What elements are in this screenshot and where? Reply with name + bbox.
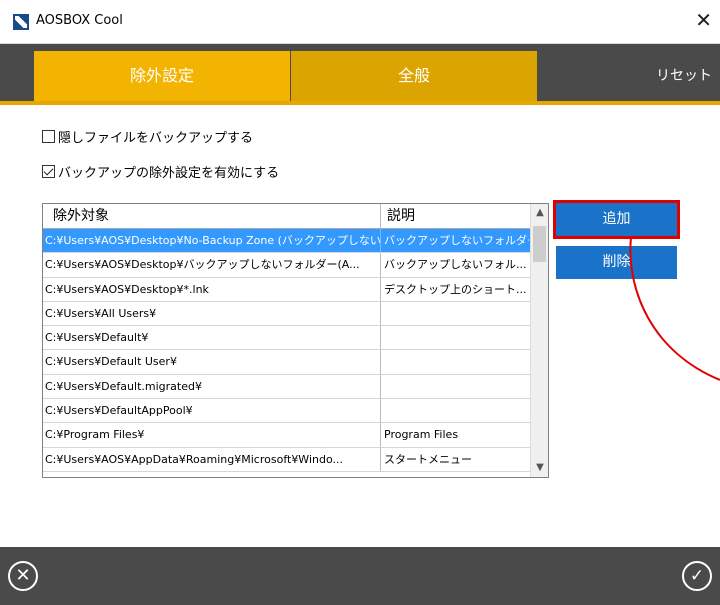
table-row[interactable]: C:¥Users¥Default User¥ (43, 350, 548, 375)
row-target-cell: C:¥Users¥AOS¥Desktop¥No-Backup Zone (バック… (43, 229, 381, 253)
row-description-cell (381, 326, 529, 349)
row-description-cell: バックアップしないフォルダー (384, 234, 529, 247)
row-target-cell: C:¥Users¥DefaultAppPool¥ (43, 399, 381, 423)
table-row[interactable]: C:¥Users¥AOS¥Desktop¥No-Backup Zone (バック… (43, 229, 548, 254)
row-target-cell: C:¥Users¥Default¥ (43, 326, 381, 350)
row-target-cell: C:¥Users¥AOS¥Desktop¥*.lnk (43, 277, 381, 301)
column-header-target[interactable]: 除外対象 (43, 204, 381, 228)
close-icon[interactable]: ✕ (695, 10, 712, 30)
tab-exclude-settings[interactable]: 除外設定 (34, 51, 290, 101)
row-description-cell: スタートメニュー (384, 452, 472, 466)
footer-bar: ✕ ✓ (0, 547, 720, 605)
window-title: AOSBOX Cool (36, 13, 123, 28)
row-target-cell: C:¥Users¥Default.migrated¥ (43, 374, 381, 399)
row-description-cell (381, 350, 529, 373)
table-row[interactable]: C:¥Users¥All Users¥ (43, 301, 548, 327)
table-row[interactable]: C:¥Users¥Default¥ (43, 326, 548, 351)
table-row[interactable]: C:¥Program Files¥ Program Files (43, 423, 548, 448)
tab-bar: 除外設定 全般 リセット (0, 44, 720, 101)
aosbox-logo-icon (13, 14, 29, 30)
row-description-cell (381, 399, 529, 422)
row-target-cell: C:¥Users¥Default User¥ (43, 350, 381, 374)
exclusion-enabled-option[interactable]: バックアップの除外設定を有効にする (42, 162, 279, 181)
row-description-cell: バックアップしないフォル... (384, 258, 527, 272)
list-header: 除外対象 説明 (43, 204, 548, 229)
row-description-cell (381, 302, 529, 325)
table-row[interactable]: C:¥Users¥AOS¥Desktop¥バックアップしないフォルダー(A...… (43, 253, 548, 278)
reset-link[interactable]: リセット (632, 51, 712, 101)
table-row[interactable]: C:¥Users¥AOS¥AppData¥Roaming¥Microsoft¥W… (43, 447, 548, 472)
exclusion-enabled-checkbox[interactable] (42, 165, 55, 178)
list-rows: C:¥Users¥AOS¥Desktop¥No-Backup Zone (バック… (43, 229, 548, 472)
table-row[interactable]: C:¥Users¥AOS¥Desktop¥*.lnk デスクトップ上のショート..… (43, 277, 548, 302)
hidden-files-option[interactable]: 隠しファイルをバックアップする (42, 127, 253, 146)
row-target-cell: C:¥Users¥AOS¥AppData¥Roaming¥Microsoft¥W… (43, 447, 381, 471)
row-description-cell: デスクトップ上のショート... (384, 282, 527, 296)
table-row[interactable]: C:¥Users¥Default.migrated¥ (43, 374, 548, 400)
row-description-cell: Program Files (384, 428, 459, 442)
cancel-icon[interactable]: ✕ (8, 561, 38, 591)
row-target-cell: C:¥Users¥AOS¥Desktop¥バックアップしないフォルダー(A... (43, 253, 381, 277)
exclusion-list[interactable]: 除外対象 説明 C:¥Users¥AOS¥Desktop¥No-Backup Z… (42, 203, 549, 478)
table-row[interactable]: C:¥Users¥DefaultAppPool¥ (43, 399, 548, 424)
column-header-description[interactable]: 説明 (381, 204, 529, 228)
scroll-up-icon[interactable]: ▲ (531, 204, 548, 222)
row-description-cell (381, 375, 529, 398)
tab-general[interactable]: 全般 (291, 51, 537, 101)
scroll-down-icon[interactable]: ▼ (531, 459, 548, 477)
row-target-cell: C:¥Users¥All Users¥ (43, 301, 381, 326)
confirm-icon[interactable]: ✓ (682, 561, 712, 591)
row-target-cell: C:¥Program Files¥ (43, 423, 381, 447)
add-button[interactable]: 追加 (553, 200, 680, 239)
title-bar: AOSBOX Cool ✕ (0, 0, 720, 44)
delete-button[interactable]: 削除 (556, 246, 677, 279)
hidden-files-label: 隠しファイルをバックアップする (58, 131, 254, 146)
scroll-thumb[interactable] (533, 226, 546, 262)
exclusion-enabled-label: バックアップの除外設定を有効にする (58, 166, 280, 181)
vertical-scrollbar[interactable]: ▲ ▼ (530, 204, 548, 477)
hidden-files-checkbox[interactable] (42, 130, 55, 143)
